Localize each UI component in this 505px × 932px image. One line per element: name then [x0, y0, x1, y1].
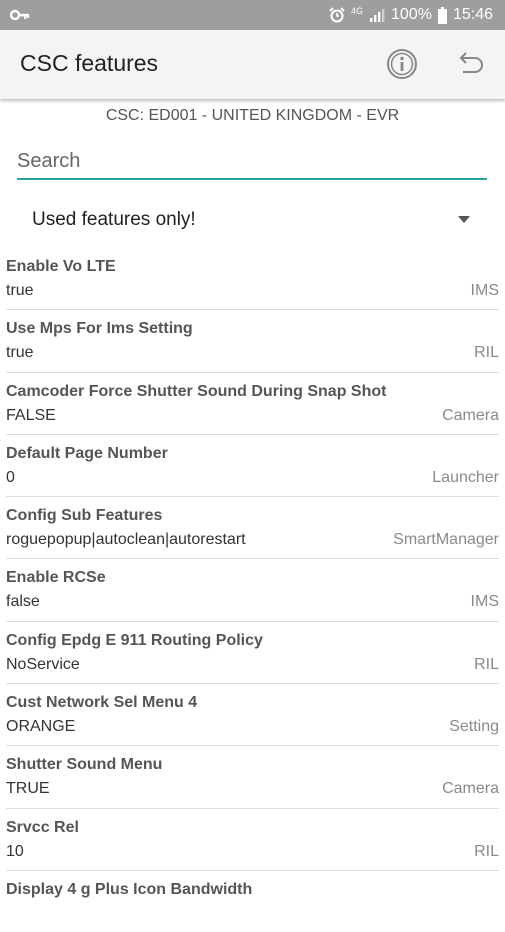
feature-row[interactable]: Config Epdg E 911 Routing Policy NoServi… [6, 622, 499, 685]
feature-value: 10 [6, 842, 24, 860]
undo-icon[interactable] [451, 46, 487, 82]
feature-list: Enable Vo LTE true IMS Use Mps For Ims S… [0, 248, 505, 932]
feature-category: SmartManager [393, 531, 499, 549]
feature-value: 0 [6, 468, 15, 486]
filter-dropdown[interactable]: Used features only! [32, 205, 474, 235]
battery-icon [437, 6, 447, 24]
feature-category: Camera [442, 406, 499, 424]
feature-name: Shutter Sound Menu [6, 756, 163, 774]
network-type: 4G [351, 6, 364, 16]
filter-selected: Used features only! [32, 209, 196, 230]
app-bar: CSC features [0, 30, 505, 99]
feature-category: Launcher [432, 468, 499, 486]
feature-name: Camcoder Force Shutter Sound During Snap… [6, 382, 387, 400]
feature-name: Config Sub Features [6, 507, 163, 525]
feature-row[interactable]: Shutter Sound Menu TRUE Camera [6, 746, 499, 809]
feature-value: FALSE [6, 406, 56, 424]
feature-row[interactable]: Camcoder Force Shutter Sound During Snap… [6, 373, 499, 435]
feature-value: TRUE [6, 780, 50, 798]
feature-row[interactable]: Default Page Number 0 Launcher [6, 435, 499, 498]
csc-info: CSC: ED001 - UNITED KINGDOM - EVR [105, 107, 400, 124]
vpn-key-icon [10, 9, 30, 21]
feature-name: Display 4 g Plus Icon Bandwidth [6, 880, 253, 898]
feature-category: RIL [474, 842, 499, 860]
status-icons: 4G 100% 15:46 [329, 0, 493, 30]
feature-category: RIL [474, 655, 499, 673]
info-icon[interactable] [384, 46, 420, 82]
feature-category: Camera [442, 780, 499, 798]
feature-category: Setting [449, 718, 499, 736]
feature-row[interactable]: Srvcc Rel 10 RIL [6, 809, 499, 871]
feature-row[interactable]: Cust Network Sel Menu 4 ORANGE Setting [6, 684, 499, 747]
feature-row[interactable]: Enable RCSe false IMS [6, 559, 499, 622]
alarm-icon [329, 7, 345, 23]
feature-row[interactable]: Use Mps For Ims Setting true RIL [6, 310, 499, 373]
feature-name: Srvcc Rel [6, 818, 79, 836]
feature-name: Default Page Number [6, 444, 168, 462]
feature-name: Cust Network Sel Menu 4 [6, 694, 198, 712]
feature-value: NoService [6, 655, 80, 673]
feature-category: IMS [470, 593, 499, 611]
feature-row[interactable]: Display 4 g Plus Icon Bandwidth [6, 871, 499, 932]
page-title: CSC features [20, 50, 159, 76]
search-field[interactable] [17, 146, 487, 180]
feature-value: true [6, 344, 34, 362]
clock: 15:46 [452, 6, 493, 23]
feature-name: Enable Vo LTE [6, 258, 116, 275]
dropdown-arrow-icon [458, 216, 470, 223]
feature-row[interactable]: Enable Vo LTE true IMS [6, 248, 499, 311]
feature-row[interactable]: Config Sub Features roguepopup|autoclean… [6, 497, 499, 560]
feature-name: Config Epdg E 911 Routing Policy [6, 631, 263, 649]
feature-category: RIL [474, 344, 499, 362]
feature-value: false [6, 593, 40, 611]
feature-name: Enable RCSe [6, 569, 106, 587]
battery-percent: 100% [391, 6, 432, 23]
feature-value: roguepopup|autoclean|autorestart [6, 531, 246, 549]
feature-name: Use Mps For Ims Setting [6, 320, 193, 338]
signal-icon [370, 9, 385, 22]
status-bar: 4G 100% 15:46 [0, 0, 505, 30]
feature-value: ORANGE [6, 718, 76, 736]
feature-value: true [6, 282, 34, 299]
search-input[interactable] [17, 146, 487, 176]
feature-category: IMS [470, 282, 499, 299]
